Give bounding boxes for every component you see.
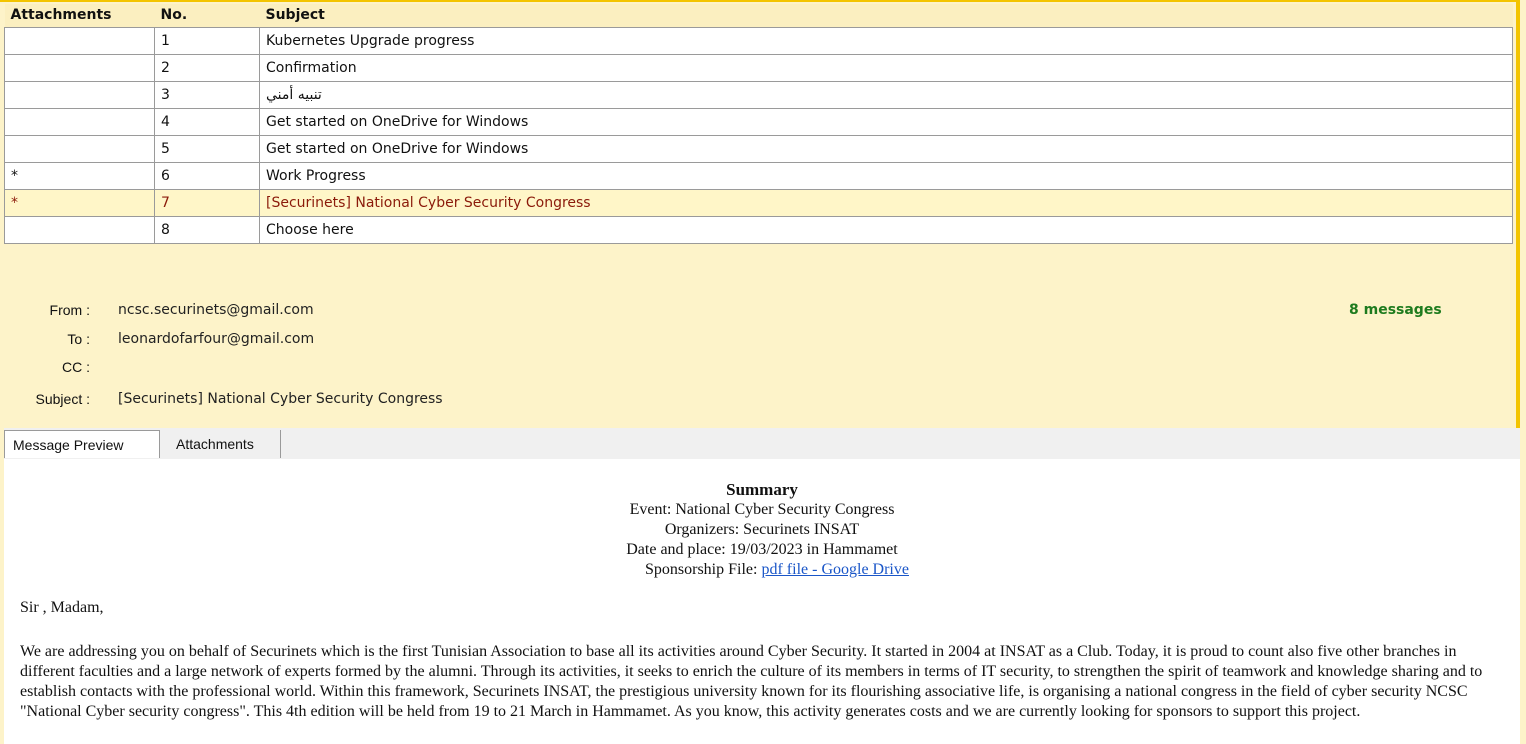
to-label: To : <box>67 331 90 347</box>
number-cell: 7 <box>154 188 260 217</box>
subject-cell: Work Progress <box>259 161 1513 190</box>
number-cell: 3 <box>154 80 260 109</box>
table-row[interactable]: 3 تنبيه أمني <box>4 80 1513 109</box>
attachment-cell <box>4 107 155 136</box>
message-body: We are addressing you on behalf of Secur… <box>20 643 1483 720</box>
tab-attachments[interactable]: Attachments <box>168 430 281 458</box>
summary-block: Summary Event: National Cyber Security C… <box>4 480 1520 580</box>
to-value[interactable]: leonardofarfour@gmail.com <box>118 331 314 347</box>
sponsorship-link[interactable]: pdf file - Google Drive <box>761 561 909 578</box>
to-row: To : leonardofarfour@gmail.com <box>0 331 600 351</box>
column-header-attachments[interactable]: Attachments <box>4 4 155 27</box>
subject-cell: Kubernetes Upgrade progress <box>259 26 1513 55</box>
message-list-header: Attachments No. Subject <box>4 4 1513 27</box>
summary-event: Event: National Cyber Security Congress <box>629 501 895 518</box>
subject-cell: Get started on OneDrive for Windows <box>259 134 1513 163</box>
number-cell: 4 <box>154 107 260 136</box>
number-cell: 5 <box>154 134 260 163</box>
summary-date-place: Date and place: 19/03/2023 in Hammamet <box>626 541 898 558</box>
subject-row: Subject : [Securinets] National Cyber Se… <box>0 391 700 411</box>
number-cell: 1 <box>154 26 260 55</box>
table-row[interactable]: 2 Confirmation <box>4 53 1513 82</box>
subject-value: [Securinets] National Cyber Security Con… <box>118 391 443 407</box>
message-preview: Summary Event: National Cyber Security C… <box>4 459 1520 744</box>
number-cell: 8 <box>154 215 260 244</box>
from-label: From : <box>49 302 90 318</box>
subject-cell: Get started on OneDrive for Windows <box>259 107 1513 136</box>
summary-title: Summary <box>726 480 798 499</box>
sponsorship-label: Sponsorship File: <box>645 561 762 578</box>
table-row[interactable]: * 6 Work Progress <box>4 161 1513 190</box>
cc-row: CC : <box>0 359 600 379</box>
tab-message-preview[interactable]: Message Preview <box>4 430 160 458</box>
number-cell: 6 <box>154 161 260 190</box>
subject-label: Subject : <box>35 391 90 407</box>
table-row-selected[interactable]: * 7 [Securinets] National Cyber Security… <box>4 188 1513 217</box>
from-value[interactable]: ncsc.securinets@gmail.com <box>118 302 314 318</box>
subject-cell: Choose here <box>259 215 1513 244</box>
attachment-cell <box>4 53 155 82</box>
greeting: Sir , Madam, <box>20 599 104 616</box>
table-row[interactable]: 8 Choose here <box>4 215 1513 244</box>
subject-cell: Confirmation <box>259 53 1513 82</box>
column-header-number[interactable]: No. <box>154 4 260 27</box>
table-row[interactable]: 4 Get started on OneDrive for Windows <box>4 107 1513 136</box>
table-row[interactable]: 5 Get started on OneDrive for Windows <box>4 134 1513 163</box>
message-list: Attachments No. Subject 1 Kubernetes Upg… <box>4 4 1513 244</box>
attachment-cell <box>4 80 155 109</box>
from-row: From : ncsc.securinets@gmail.com <box>0 302 600 322</box>
attachment-cell <box>4 215 155 244</box>
attachment-cell: * <box>4 188 155 217</box>
subject-cell: تنبيه أمني <box>259 80 1513 109</box>
column-header-subject[interactable]: Subject <box>259 4 1513 27</box>
summary-sponsorship: Sponsorship File: pdf file - Google Driv… <box>4 560 1520 580</box>
attachment-cell <box>4 134 155 163</box>
summary-organizers: Organizers: Securinets INSAT <box>664 521 860 538</box>
preview-tabs: Message Preview Attachments <box>4 428 1520 459</box>
number-cell: 2 <box>154 53 260 82</box>
message-count: 8 messages <box>1349 302 1442 318</box>
attachment-cell <box>4 26 155 55</box>
cc-label: CC : <box>62 359 90 375</box>
attachment-cell: * <box>4 161 155 190</box>
subject-cell: [Securinets] National Cyber Security Con… <box>259 188 1513 217</box>
table-row[interactable]: 1 Kubernetes Upgrade progress <box>4 26 1513 55</box>
